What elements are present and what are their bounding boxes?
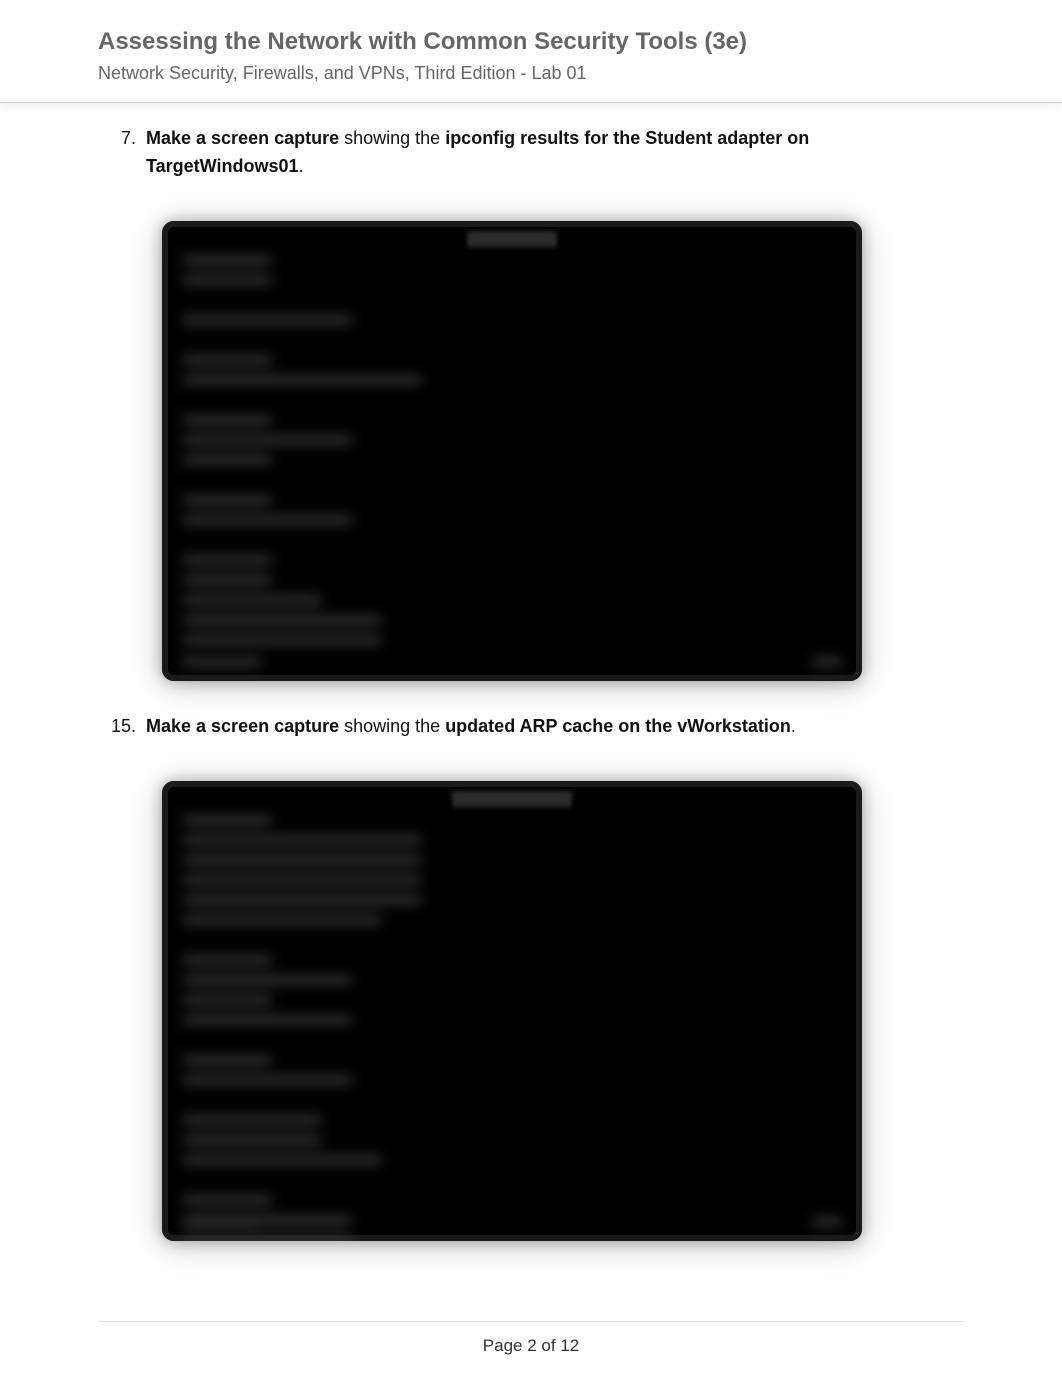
- document-content: 7. Make a screen capture showing the ipc…: [0, 125, 1062, 1241]
- list-item-number: 15.: [98, 713, 146, 741]
- text-plain: showing the: [339, 128, 445, 148]
- page-subtitle: Network Security, Firewalls, and VPNs, T…: [98, 60, 964, 88]
- document-page: Assessing the Network with Common Securi…: [0, 0, 1062, 1241]
- page-footer: Page 2 of 12: [0, 1336, 1062, 1356]
- blurred-terminal-text: [182, 815, 842, 1227]
- page-number-label: Page 2 of 12: [483, 1336, 579, 1355]
- terminal-screenshot-blurred: [162, 781, 862, 1241]
- list-item: 7. Make a screen capture showing the ipc…: [98, 125, 964, 181]
- document-header: Assessing the Network with Common Securi…: [0, 26, 1062, 103]
- window-tab-icon: [467, 231, 557, 247]
- list-item-text: Make a screen capture showing the ipconf…: [146, 125, 964, 181]
- text-plain: showing the: [339, 716, 445, 736]
- text-plain: .: [299, 156, 304, 176]
- blurred-terminal-text: [182, 255, 842, 667]
- terminal-screenshot-blurred: [162, 221, 862, 681]
- text-plain: .: [791, 716, 796, 736]
- list-item-number: 7.: [98, 125, 146, 153]
- text-bold: Make a screen capture: [146, 128, 339, 148]
- window-tab-icon: [452, 791, 572, 807]
- footer-separator: [98, 1321, 964, 1322]
- text-bold: updated ARP cache on the vWorkstation: [445, 716, 791, 736]
- screenshot-container: [162, 781, 964, 1241]
- text-bold: Make a screen capture: [146, 716, 339, 736]
- page-title: Assessing the Network with Common Securi…: [98, 26, 964, 58]
- list-item: 15. Make a screen capture showing the up…: [98, 713, 964, 741]
- screenshot-container: [162, 221, 964, 681]
- list-item-text: Make a screen capture showing the update…: [146, 713, 964, 741]
